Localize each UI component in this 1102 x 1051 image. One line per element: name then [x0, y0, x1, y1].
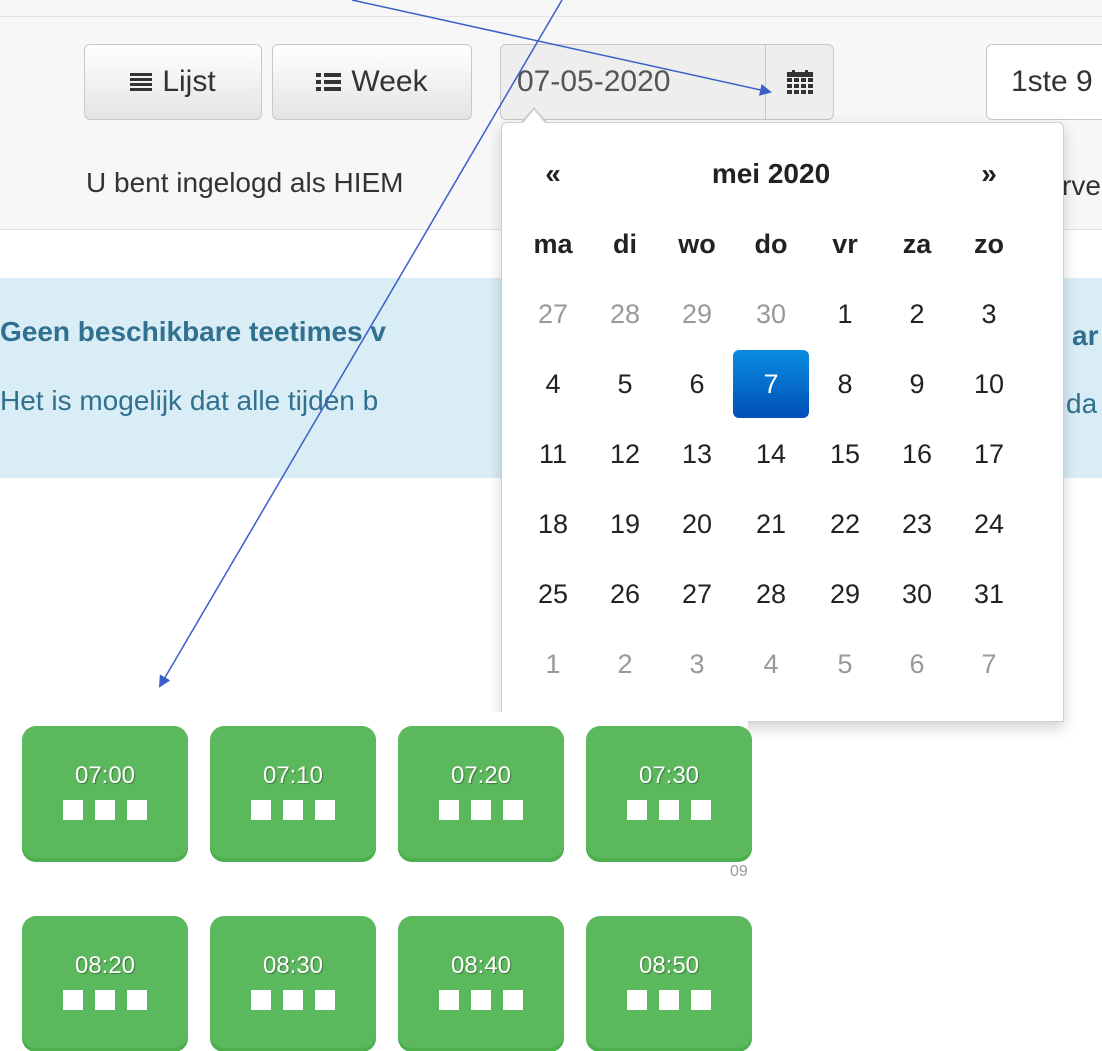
calendar-day[interactable]: 5 — [809, 629, 881, 699]
weekday-header: wo — [678, 228, 716, 259]
calendar-day[interactable]: 10 — [953, 349, 1025, 419]
calendar-day[interactable]: 12 — [589, 419, 661, 489]
weekday-header: ma — [533, 228, 573, 259]
divider — [0, 16, 1102, 17]
calendar-day[interactable]: 17 — [953, 419, 1025, 489]
player-slots — [586, 800, 752, 820]
player-slots — [22, 990, 188, 1010]
teetime-slot[interactable]: 07:30 — [586, 726, 752, 862]
calendar-day[interactable]: 14 — [733, 419, 809, 489]
month-title[interactable]: mei 2020 — [589, 139, 953, 209]
datepicker-caret-inner — [522, 110, 546, 124]
teetime-label: 07:30 — [638, 762, 700, 789]
calendar-day[interactable]: 22 — [809, 489, 881, 559]
teetime-slot[interactable]: 08:30 — [210, 916, 376, 1051]
player-slots — [210, 990, 376, 1010]
calendar-day[interactable]: 2 — [881, 279, 953, 349]
alert-title: Geen beschikbare teetimes v — [0, 316, 386, 347]
week-view-button[interactable]: Week — [272, 44, 472, 120]
calendar-day[interactable]: 18 — [517, 489, 589, 559]
teetime-slot[interactable]: 07:00 — [22, 726, 188, 862]
weekday-header: do — [754, 228, 788, 259]
selected-day-label: 7 — [733, 350, 809, 418]
calendar-day[interactable]: 29 — [661, 279, 733, 349]
alert-body-tail: da — [1066, 388, 1098, 419]
calendar-day[interactable]: 19 — [589, 489, 661, 559]
calendar-day[interactable]: 28 — [589, 279, 661, 349]
calendar-day[interactable]: 2 — [589, 629, 661, 699]
header-right-text: rve — [1062, 170, 1101, 201]
calendar-day[interactable]: 23 — [881, 489, 953, 559]
calendar-day[interactable]: 6 — [661, 349, 733, 419]
calendar-day[interactable]: 11 — [517, 419, 589, 489]
calendar-day[interactable]: 31 — [953, 559, 1025, 629]
calendar-day[interactable]: 3 — [661, 629, 733, 699]
calendar-day[interactable]: 16 — [881, 419, 953, 489]
teetime-slot[interactable]: 08:40 — [398, 916, 564, 1051]
next-month-button[interactable]: » — [953, 139, 1025, 209]
teetime-label: 08:40 — [450, 952, 512, 979]
weekday-header: za — [902, 228, 932, 259]
player-slots — [22, 800, 188, 820]
player-slots — [398, 990, 564, 1010]
weekday-header: vr — [832, 228, 858, 259]
teetime-slot[interactable]: 08:50 — [586, 916, 752, 1051]
calendar-day[interactable]: 4 — [517, 349, 589, 419]
teetime-label: 07:20 — [450, 762, 512, 789]
teetime-label: 08:50 — [638, 952, 700, 979]
calendar-table: « mei 2020 » ma di wo do vr za zo 27 28 … — [517, 139, 1025, 699]
teetime-label: 08:20 — [74, 952, 136, 979]
teetime-slot[interactable]: 07:10 — [210, 726, 376, 862]
calendar-icon — [786, 70, 813, 94]
player-slots — [210, 800, 376, 820]
list-icon — [130, 73, 153, 91]
calendar-day[interactable]: 8 — [809, 349, 881, 419]
calendar-day[interactable]: 3 — [953, 279, 1025, 349]
calendar-day[interactable]: 21 — [733, 489, 809, 559]
date-picker-field — [500, 44, 834, 120]
calendar-day[interactable]: 1 — [517, 629, 589, 699]
player-slots — [586, 990, 752, 1010]
calendar-day[interactable]: 24 — [953, 489, 1025, 559]
alert-title-tail: ar — [1072, 320, 1099, 351]
player-slots — [398, 800, 564, 820]
calendar-day[interactable]: 5 — [589, 349, 661, 419]
calendar-day[interactable]: 25 — [517, 559, 589, 629]
calendar-day[interactable]: 6 — [881, 629, 953, 699]
calendar-day[interactable]: 27 — [661, 559, 733, 629]
calendar-day-selected[interactable]: 7 — [733, 349, 809, 419]
calendar-day[interactable]: 26 — [589, 559, 661, 629]
course-select-value: 1ste 9 — [1011, 65, 1093, 98]
list-view-label: Lijst — [162, 65, 216, 98]
calendar-day[interactable]: 4 — [733, 629, 809, 699]
login-status-text: U bent ingelogd als HIEM — [86, 167, 404, 198]
weekday-header: di — [613, 228, 637, 259]
weekday-header: zo — [974, 228, 1004, 259]
calendar-day[interactable]: 28 — [733, 559, 809, 629]
prev-month-button[interactable]: « — [517, 139, 589, 209]
teetime-hour-label: 09 — [730, 863, 748, 880]
calendar-day[interactable]: 7 — [953, 629, 1025, 699]
calendar-day[interactable]: 27 — [517, 279, 589, 349]
calendar-button[interactable] — [765, 45, 833, 119]
calendar-day[interactable]: 30 — [881, 559, 953, 629]
course-select[interactable]: 1ste 9 — [986, 44, 1102, 120]
datepicker-dropdown: « mei 2020 » ma di wo do vr za zo 27 28 … — [501, 122, 1064, 722]
teetime-slot[interactable]: 07:20 — [398, 726, 564, 862]
teetime-slot[interactable]: 08:20 — [22, 916, 188, 1051]
calendar-day[interactable]: 30 — [733, 279, 809, 349]
teetime-label: 07:10 — [262, 762, 324, 789]
week-view-label: Week — [351, 65, 428, 98]
alert-body: Het is mogelijk dat alle tijden b — [0, 385, 379, 416]
calendar-day[interactable]: 29 — [809, 559, 881, 629]
week-list-icon — [316, 73, 342, 91]
calendar-day[interactable]: 13 — [661, 419, 733, 489]
calendar-day[interactable]: 20 — [661, 489, 733, 559]
calendar-day[interactable]: 9 — [881, 349, 953, 419]
list-view-button[interactable]: Lijst — [84, 44, 262, 120]
teetime-label: 07:00 — [74, 762, 136, 789]
calendar-day[interactable]: 1 — [809, 279, 881, 349]
teetime-label: 08:30 — [262, 952, 324, 979]
calendar-day[interactable]: 15 — [809, 419, 881, 489]
